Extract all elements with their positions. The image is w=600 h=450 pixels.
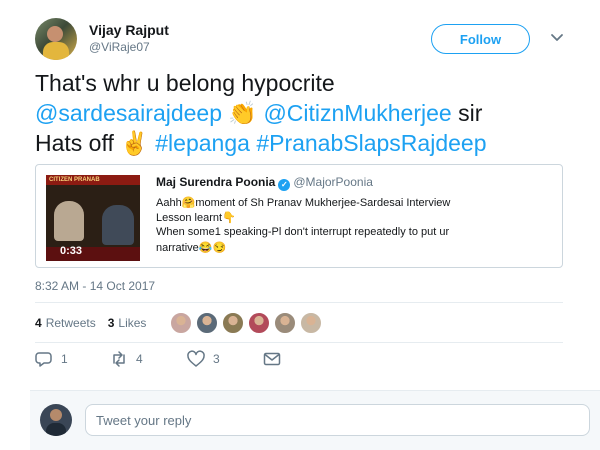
mention-sardesairajdeep[interactable]: @sardesairajdeep: [35, 100, 222, 126]
hashtag-lepanga[interactable]: #lepanga: [155, 130, 250, 156]
victory-hand-emoji: ✌: [120, 130, 149, 156]
author-name[interactable]: Vijay Rajput: [89, 22, 169, 38]
quoted-author[interactable]: Maj Surendra Poonia ✓ @MajorPoonia: [156, 175, 373, 191]
heart-icon: [187, 350, 205, 367]
reply-bar: [30, 390, 600, 450]
quoted-author-handle: @MajorPoonia: [293, 175, 373, 189]
liker-avatar[interactable]: [196, 312, 218, 334]
divider: [35, 302, 563, 303]
clapping-hands-emoji: 👏: [228, 100, 258, 126]
retweet-action[interactable]: 4: [110, 350, 143, 368]
tweet-text: That's whr u belong hypocrite @sardesair…: [35, 68, 575, 158]
likes-stat[interactable]: 3 Likes: [108, 316, 147, 330]
tweet-header: Vijay Rajput @ViRaje07 Follow: [35, 18, 575, 60]
retweets-label: Retweets: [45, 316, 96, 330]
tweet-text-sir: sir: [458, 100, 483, 126]
envelope-icon: [263, 352, 281, 366]
reply-input[interactable]: [85, 404, 590, 436]
chevron-down-icon[interactable]: [549, 29, 565, 45]
reply-count: 1: [61, 352, 68, 366]
quoted-text-line3: When some1 speaking-Pl don't interrupt r…: [156, 226, 450, 238]
liker-avatar[interactable]: [300, 312, 322, 334]
retweet-icon: [113, 351, 125, 367]
quoted-text-line1: Aahh🤗moment of Sh Pranav Mukherjee-Sarde…: [156, 197, 451, 209]
thumbnail-person-left: [54, 201, 84, 241]
quoted-author-name: Maj Surendra Poonia: [156, 175, 276, 189]
author-handle[interactable]: @ViRaje07: [89, 40, 150, 54]
author-avatar[interactable]: [35, 18, 77, 60]
reply-icon: [35, 352, 52, 367]
divider: [35, 342, 563, 343]
tweet-text-line1: That's whr u belong hypocrite: [35, 70, 335, 96]
likes-label: Likes: [118, 316, 147, 330]
liker-avatar[interactable]: [274, 312, 296, 334]
direct-message-action[interactable]: [263, 350, 281, 368]
video-thumbnail[interactable]: CITIZEN PRANAB 0:33: [46, 175, 140, 261]
thumbnail-banner: CITIZEN PRANAB: [46, 175, 140, 185]
quoted-text-line2: Lesson learnt👇: [156, 212, 236, 224]
likes-count: 3: [107, 316, 115, 330]
liker-avatar[interactable]: [248, 312, 270, 334]
like-action[interactable]: 3: [187, 350, 220, 368]
retweets-count: 4: [35, 316, 42, 330]
liker-avatar[interactable]: [170, 312, 192, 334]
tweet-timestamp[interactable]: 8:32 AM - 14 Oct 2017: [35, 279, 155, 293]
thumbnail-person-right: [102, 205, 134, 245]
video-duration: 0:33: [60, 245, 83, 257]
retweets-stat[interactable]: 4 Retweets: [35, 316, 96, 330]
quoted-text-line4: narrative😂😏: [156, 242, 227, 254]
tweet-actions: 1 4 3: [35, 350, 335, 370]
current-user-avatar: [40, 404, 72, 436]
hashtag-pranabslapsrajdeep[interactable]: #PranabSlapsRajdeep: [256, 130, 486, 156]
tweet-stats: 4 Retweets 3 Likes: [35, 313, 158, 333]
follow-button[interactable]: Follow: [431, 24, 530, 54]
liker-avatar[interactable]: [222, 312, 244, 334]
like-count: 3: [213, 352, 220, 366]
reply-action[interactable]: 1: [35, 350, 68, 368]
verified-badge-icon: ✓: [278, 179, 291, 191]
mention-citiznmukherjee[interactable]: @CitiznMukherjee: [263, 100, 451, 126]
tweet-text-hats-off: Hats off: [35, 130, 114, 156]
retweet-count: 4: [136, 352, 143, 366]
liker-avatars: [170, 312, 326, 334]
quoted-tweet-card[interactable]: CITIZEN PRANAB 0:33 Maj Surendra Poonia ✓…: [35, 164, 563, 268]
